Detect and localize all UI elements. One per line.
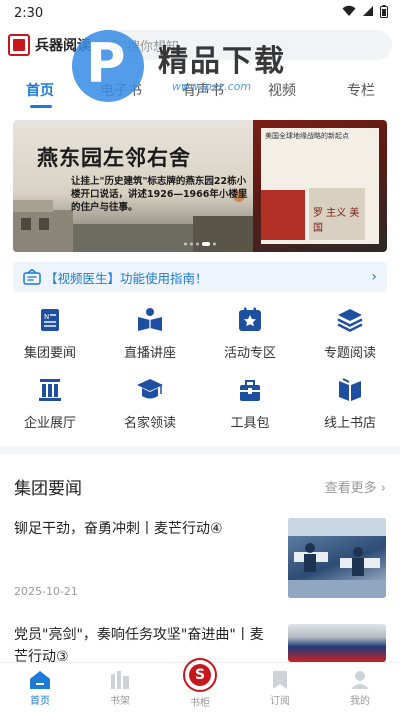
home-icon [30,670,50,689]
app-logo-icon [8,34,30,56]
banner-carousel[interactable]: 燕东园左邻右舍 让挂上"历史建筑"标志牌的燕东园22栋小楼开口说话，讲述1926… [13,120,387,252]
nav-bookshelf[interactable]: 书架 [80,663,160,712]
nav-subscribe[interactable]: 订阅 [240,663,320,712]
svg-text:N: N [44,313,49,321]
news-section-title: 集团要闻 [14,479,82,499]
grid-label: 企业展厅 [23,416,76,431]
grid-label: 线上书店 [323,416,376,431]
status-bar: 2:30 [0,0,400,26]
bookshelf-icon [111,670,129,689]
tab-column[interactable]: 专栏 [347,80,375,100]
notice-text: 【视频医生】功能使用指南！ [45,270,208,286]
wifi-icon [342,5,356,21]
notice-bar[interactable]: 【视频医生】功能使用指南！ › [13,262,387,292]
category-tabs: 首页 电子书 有声书 视频 专栏 [0,72,400,108]
grid-label: 集团要闻 [23,346,76,361]
banner-book-title: 罗 主义 美国 [313,208,360,234]
search-input[interactable]: 搜你想知 [99,30,392,60]
battery-icon [380,4,388,22]
nav-home[interactable]: 首页 [0,663,80,712]
carousel-dots [184,242,216,246]
function-grid: N 集团要闻 直播讲座 活动专区 专题阅读 企业展厅 名家领读 工具包 线上书店 [0,300,400,440]
grid-item-live-lecture[interactable]: 直播讲座 [100,300,200,370]
nav-label: 书架 [110,695,130,707]
view-more-link[interactable]: 查看更多 › [325,477,386,496]
view-more-label: 查看更多 [324,481,377,496]
app-name: 兵器阅读 [35,38,91,54]
grid-item-activity[interactable]: 活动专区 [200,300,300,370]
tab-video[interactable]: 视频 [268,80,296,100]
nav-label: 书柜 [190,697,210,709]
layers-icon [336,306,364,334]
nav-label: 订阅 [270,695,290,707]
tab-ebook[interactable]: 电子书 [100,80,142,100]
grid-label: 活动专区 [223,346,276,361]
app-header: 兵器阅读 搜你想知 [0,28,400,62]
news-item[interactable]: 铆足干劲，奋勇冲刺丨麦芒行动④ 2025-10-21 [14,518,386,600]
grid-item-online-bookstore[interactable]: 线上书店 [300,370,400,440]
announcement-icon [23,269,41,285]
news-headline: 铆足干劲，奋勇冲刺丨麦芒行动④ [14,521,223,537]
banner-subtitle: 让挂上"历史建筑"标志牌的燕东园22栋小楼开口说话，讲述1926—1966年小楼… [71,176,248,213]
news-thumbnail [288,624,386,662]
search-placeholder: 搜你想知 [127,39,180,55]
news-date: 2025-10-21 [14,585,78,598]
brand-logo-icon: S [189,663,211,686]
banner-slide-next[interactable]: 美国全球地缘战略的新起点 罗 主义 美国 [253,120,387,252]
banner-book-cover [261,190,305,240]
grid-label: 工具包 [230,416,270,431]
nav-bookcase[interactable]: S 书柜 [160,657,240,712]
grid-label: 直播讲座 [123,346,176,361]
nav-profile[interactable]: 我的 [320,663,400,712]
status-icons [342,4,388,22]
tab-home[interactable]: 首页 [26,80,54,100]
grid-label: 专题阅读 [323,346,376,361]
bottom-navigation: 首页 书架 S 书柜 订阅 我的 [0,657,400,712]
news-thumbnail [288,518,386,598]
grid-item-topic-reading[interactable]: 专题阅读 [300,300,400,370]
search-icon [109,39,122,52]
user-icon [351,670,369,689]
signal-icon [362,5,374,21]
banner-slide-main[interactable]: 燕东园左邻右舍 让挂上"历史建筑"标志牌的燕东园22栋小楼开口说话，讲述1926… [13,120,253,252]
section-divider [0,446,400,454]
graduation-cap-icon [136,376,164,404]
toolbox-icon [236,376,264,404]
nav-label: 首页 [30,695,50,707]
building-icon [36,376,64,404]
grid-label: 名家领读 [123,416,176,431]
news-section-header: 集团要闻 查看更多 › [14,474,386,499]
tab-audiobook[interactable]: 有声书 [182,80,224,100]
status-time: 2:30 [14,5,44,21]
nav-label: 我的 [350,695,370,707]
star-icon [236,306,264,334]
lecture-icon [136,306,164,334]
banner-title: 燕东园左邻右舍 [37,145,191,170]
grid-item-toolkit[interactable]: 工具包 [200,370,300,440]
bookstore-icon [336,376,364,404]
active-tab-indicator [30,105,52,108]
grid-item-enterprise-hall[interactable]: 企业展厅 [0,370,100,440]
grid-item-group-news[interactable]: N 集团要闻 [0,300,100,370]
chevron-right-icon: › [371,269,377,285]
chevron-right-icon: › [380,481,386,496]
center-logo-button: S [183,657,217,692]
grid-item-expert-reading[interactable]: 名家领读 [100,370,200,440]
banner-right-text: 美国全球地缘战略的新起点 [265,132,349,140]
bookmark-icon [273,670,287,689]
news-icon: N [36,306,64,334]
